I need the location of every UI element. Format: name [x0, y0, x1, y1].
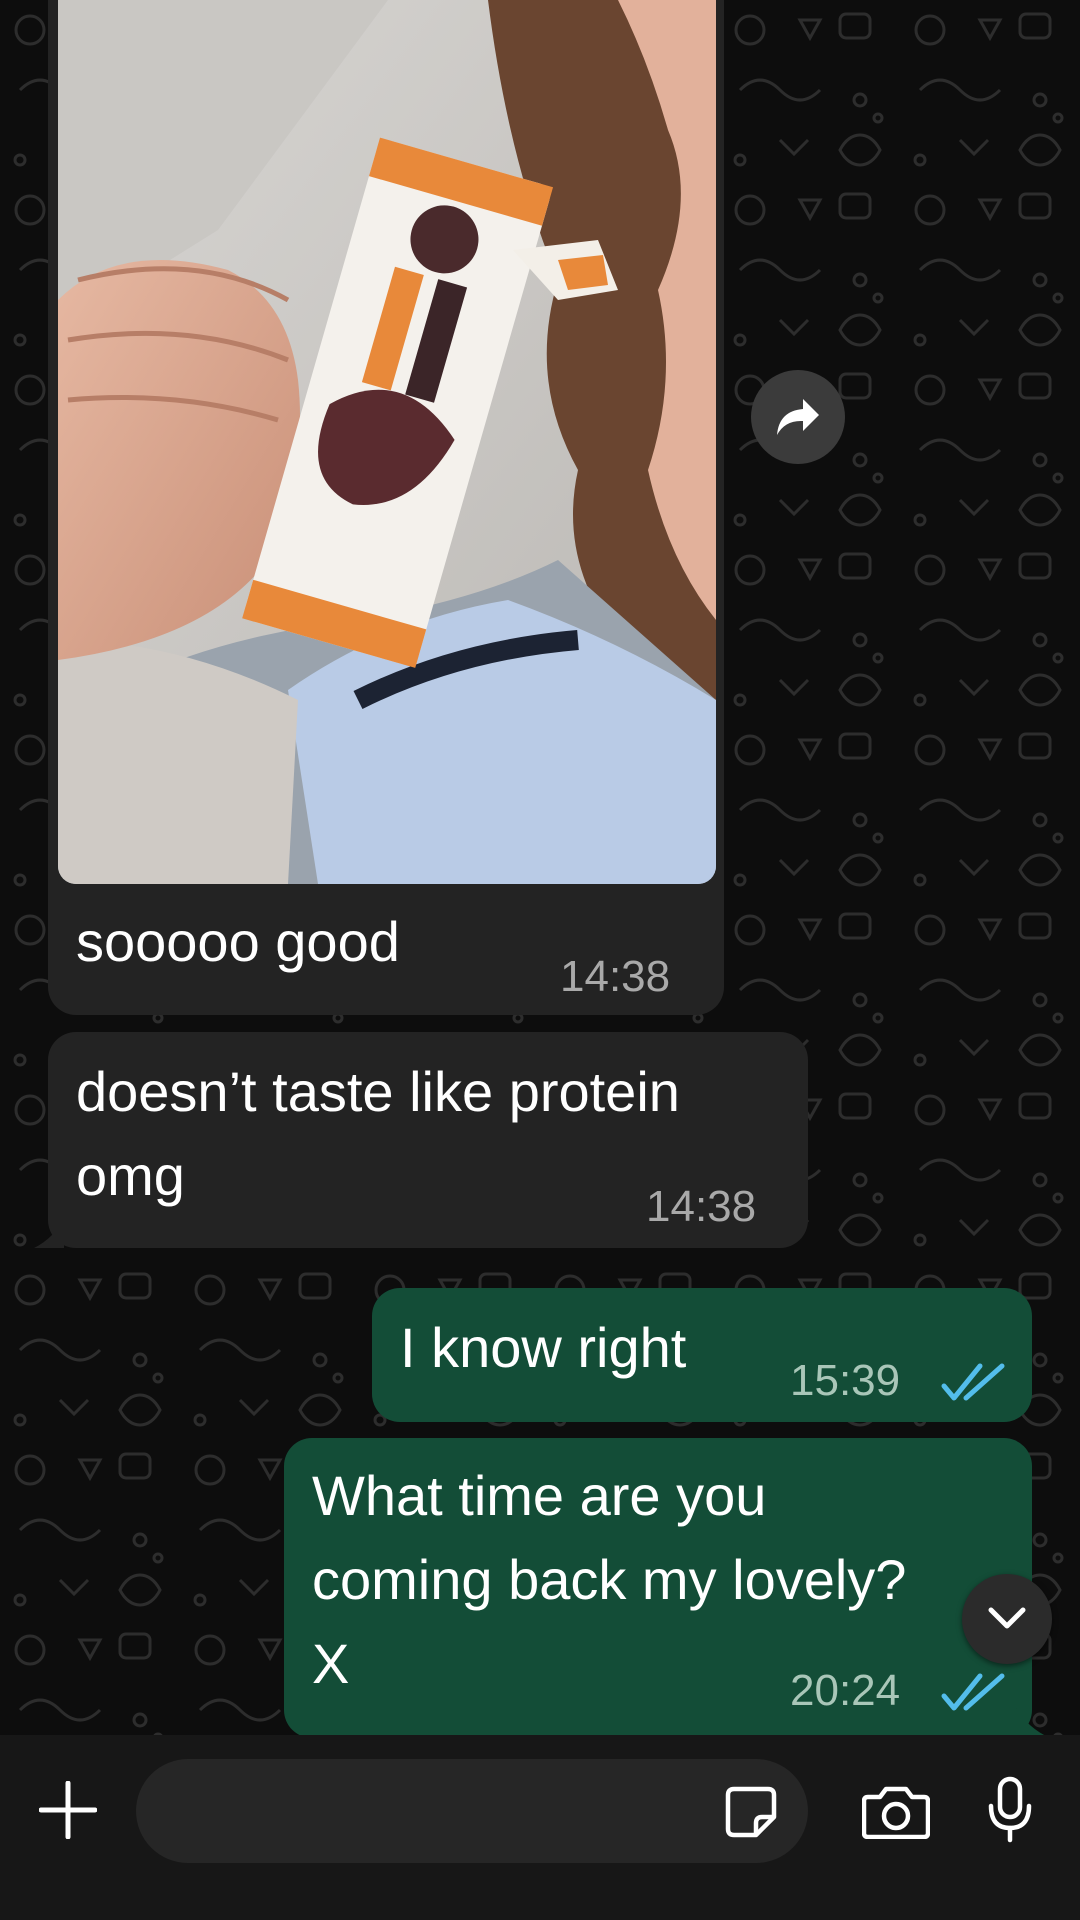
message-timestamp: 14:38: [646, 1182, 757, 1231]
bubble-tail: [1016, 1708, 1050, 1738]
sticker-icon: [725, 1786, 777, 1838]
forward-icon: [777, 399, 819, 435]
bubble-tail: [34, 1218, 64, 1248]
message-text: I know right: [400, 1316, 687, 1379]
message-text: doesn’t taste like protein omg: [76, 1060, 680, 1207]
camera-button[interactable]: [858, 1773, 934, 1849]
plus-icon: [39, 1781, 97, 1839]
microphone-icon: [988, 1776, 1032, 1843]
read-receipt-icon: [941, 1673, 1005, 1711]
chat-screen: sooooo good 14:38 doesn’t taste like pro…: [0, 0, 1080, 1920]
message-timestamp: 14:38: [560, 952, 671, 1001]
chevron-down-icon: [988, 1607, 1026, 1629]
attach-button[interactable]: [30, 1765, 106, 1855]
message-text: sooooo good: [76, 910, 400, 973]
camera-icon: [862, 1786, 930, 1839]
sticker-button[interactable]: [716, 1777, 786, 1847]
voice-message-button[interactable]: [978, 1765, 1042, 1855]
message-composer: [0, 1735, 1080, 1920]
scroll-to-bottom-button[interactable]: [962, 1574, 1052, 1664]
message-timestamp: 20:24: [790, 1666, 901, 1715]
forward-button[interactable]: [751, 370, 845, 464]
read-receipt-icon: [941, 1363, 1005, 1401]
shared-photo[interactable]: [58, 0, 716, 884]
message-input[interactable]: [136, 1759, 808, 1863]
message-bubble-outgoing[interactable]: What time are you coming back my lovely?…: [284, 1438, 1032, 1738]
message-timestamp: 15:39: [790, 1356, 901, 1405]
message-bubble-outgoing[interactable]: I know right 15:39: [372, 1288, 1032, 1422]
message-bubble-incoming[interactable]: doesn’t taste like protein omg 14:38: [48, 1032, 808, 1248]
